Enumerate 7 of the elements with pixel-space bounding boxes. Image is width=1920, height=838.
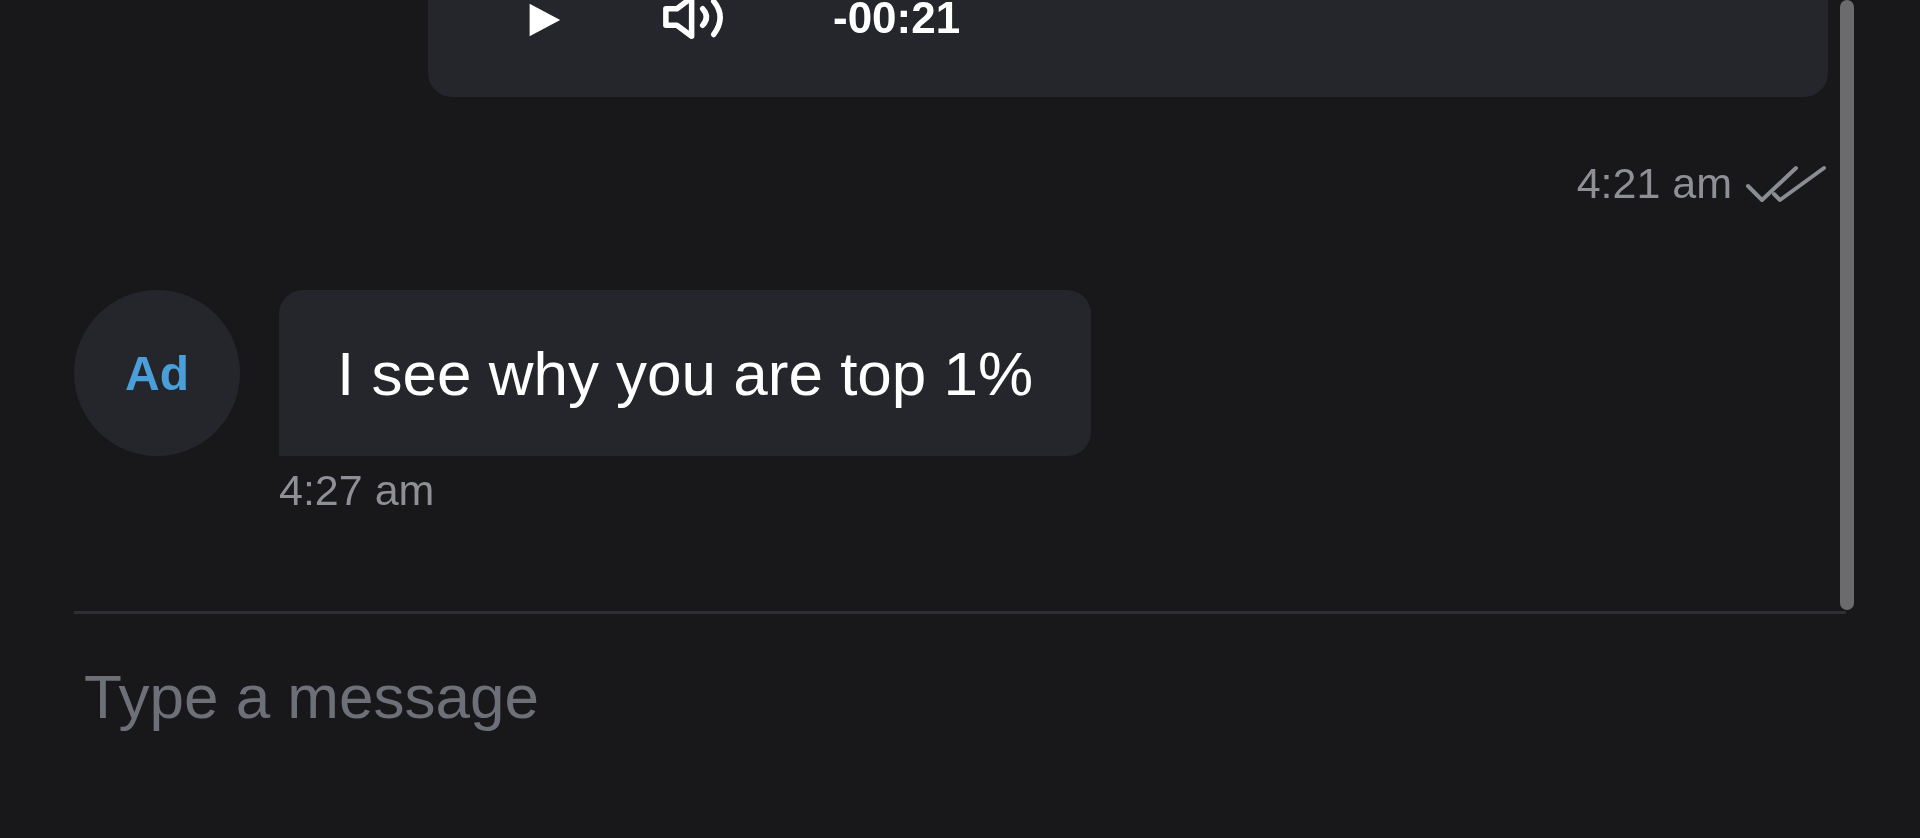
- message-time: 4:21 am: [1576, 159, 1732, 208]
- message-input[interactable]: Type a message: [84, 660, 984, 732]
- audio-remaining-time: -00:21: [833, 0, 961, 38]
- scrollbar[interactable]: [1840, 0, 1854, 610]
- message-bubble: I see why you are top 1%: [279, 290, 1092, 456]
- avatar[interactable]: Ad: [74, 290, 240, 456]
- message-time: 4:27 am: [279, 466, 435, 515]
